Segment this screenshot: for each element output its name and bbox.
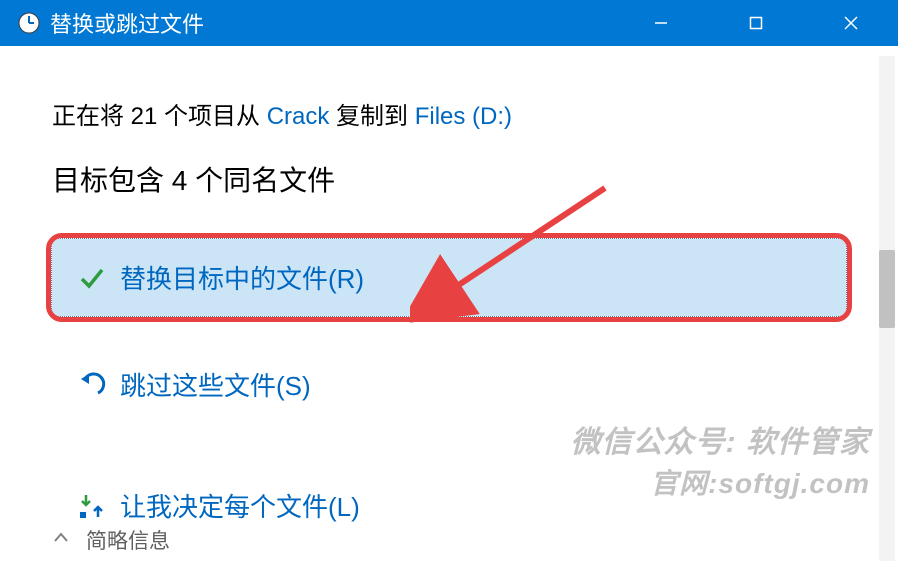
titlebar: 替换或跳过文件 [0,0,898,46]
copy-prefix: 正在将 21 个项目从 [52,103,267,130]
window-title: 替换或跳过文件 [50,7,613,39]
source-folder-link[interactable]: Crack [267,103,330,130]
details-toggle[interactable]: 简略信息 [52,525,170,555]
chevron-up-icon [52,529,70,552]
minimize-button[interactable] [613,0,708,46]
compare-icon [74,492,110,520]
replace-files-option[interactable]: 替换目标中的文件(R) [52,239,846,316]
undo-icon [74,371,110,399]
close-button[interactable] [803,0,898,46]
conflict-heading: 目标包含 4 个同名文件 [52,159,846,199]
dest-folder-link[interactable]: Files (D:) [415,103,512,130]
checkmark-icon [74,264,110,292]
scrollbar-thumb[interactable] [879,250,895,328]
clock-icon [18,12,40,34]
decide-each-file-option[interactable]: 让我决定每个文件(L) [52,467,846,544]
dialog-content: 正在将 21 个项目从 Crack 复制到 Files (D:) 目标包含 4 … [0,46,898,573]
decide-option-label: 让我决定每个文件(L) [120,487,360,524]
skip-option-label: 跳过这些文件(S) [120,366,311,403]
copy-mid: 复制到 [329,103,414,130]
options-list: 替换目标中的文件(R) 跳过这些文件(S) 让我决定每个文件(L) [52,239,846,588]
skip-files-option[interactable]: 跳过这些文件(S) [52,346,846,423]
copy-status-line: 正在将 21 个项目从 Crack 复制到 Files (D:) [52,96,846,131]
window-controls [613,0,898,46]
maximize-button[interactable] [708,0,803,46]
details-label: 简略信息 [86,525,170,555]
replace-option-label: 替换目标中的文件(R) [120,259,364,296]
